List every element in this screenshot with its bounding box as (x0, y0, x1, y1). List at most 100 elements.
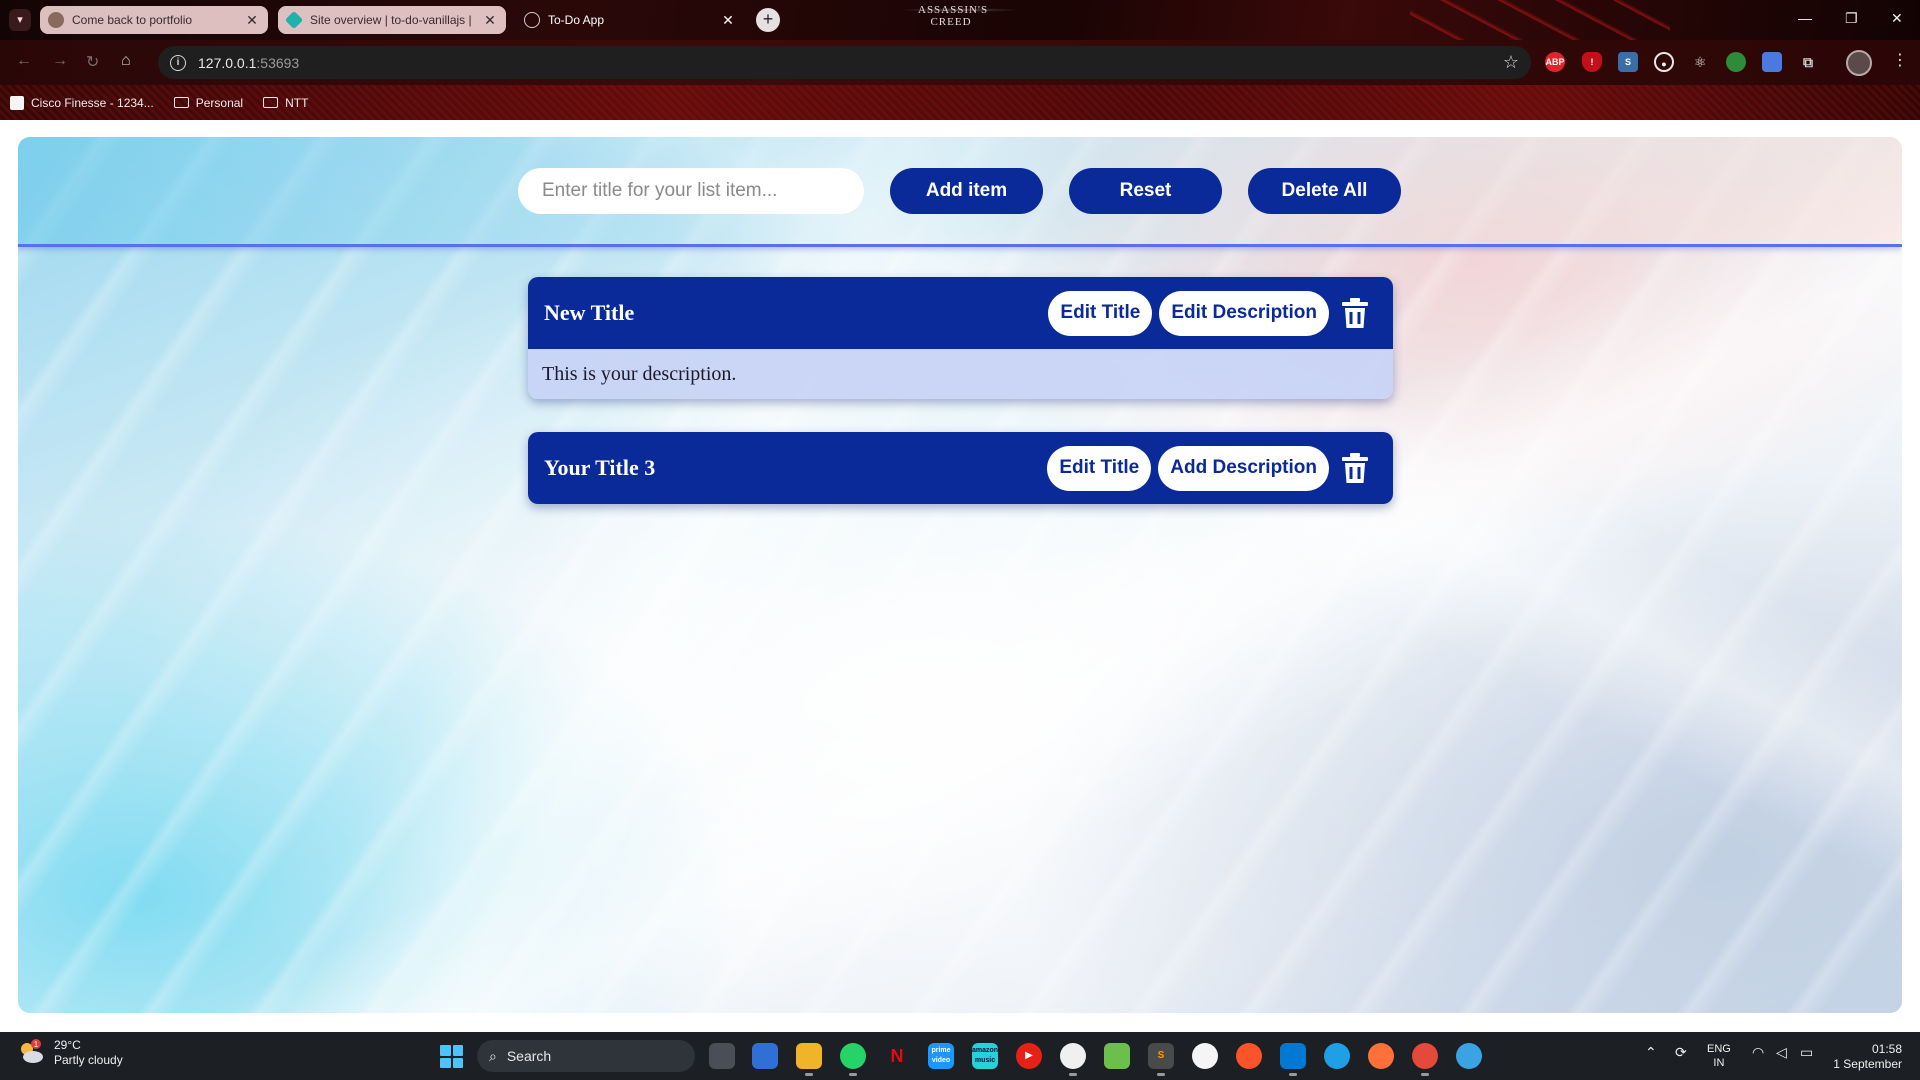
title-input[interactable] (518, 168, 864, 214)
close-icon[interactable]: ✕ (244, 12, 260, 29)
brave-icon[interactable] (1236, 1043, 1262, 1069)
tab-title: Come back to portfolio (72, 13, 193, 27)
delete-all-button[interactable]: Delete All (1248, 168, 1401, 214)
reload-icon[interactable]: ↻ (86, 52, 99, 72)
bookmark-star-icon[interactable]: ☆ (1503, 52, 1519, 73)
sync-icon[interactable]: ⟳ (1675, 1044, 1687, 1061)
windows-taskbar: 1 29°C Partly cloudy ⌕ Search N prime vi… (0, 1032, 1920, 1080)
file-explorer-icon[interactable] (796, 1043, 822, 1076)
theme-logo: ASSASSIN'S CREED (918, 4, 989, 28)
todo-item: Your Title 3 Edit Title Add Description (528, 432, 1393, 504)
amazon-music-icon[interactable]: amazon music (972, 1043, 998, 1069)
sider-icon[interactable]: S (1618, 52, 1638, 72)
ublock-icon[interactable]: ! (1582, 52, 1602, 72)
svg-text:1: 1 (34, 1040, 39, 1049)
url-text[interactable]: 127.0.0.1:53693 (198, 55, 299, 71)
address-bar[interactable]: i 127.0.0.1:53693 ☆ (158, 46, 1531, 79)
tab-search-button[interactable]: ▾ (9, 9, 31, 31)
todo-item-title: New Title (544, 300, 635, 325)
edit-title-button[interactable]: Edit Title (1048, 290, 1153, 336)
edit-title-button[interactable]: Edit Title (1047, 445, 1152, 491)
netlify-favicon-icon (284, 10, 304, 30)
inkscape-icon[interactable] (1192, 1043, 1218, 1069)
bookmark-folder-ntt[interactable]: NTT (263, 96, 308, 110)
microsoft-store-icon[interactable] (752, 1043, 778, 1069)
vscode-icon[interactable] (1280, 1043, 1306, 1076)
browser-tab-site-overview[interactable]: Site overview | to-do-vanillajs | ✕ (278, 6, 506, 34)
weather-text: 29°C Partly cloudy (54, 1038, 123, 1068)
search-label: Search (506, 1048, 552, 1064)
windows-start-icon[interactable] (440, 1045, 463, 1068)
browser-tab-portfolio[interactable]: Come back to portfolio ✕ (40, 6, 268, 34)
todo-item-header: Your Title 3 Edit Title Add Description (528, 432, 1393, 504)
new-tab-button[interactable]: + (756, 8, 780, 32)
page-viewport: Add item Reset Delete All New Title Edit… (0, 120, 1920, 1032)
todo-item-description: This is your description. (528, 349, 1393, 399)
bookmark-folder-personal[interactable]: Personal (173, 95, 244, 110)
task-view-icon[interactable] (709, 1043, 735, 1069)
language-indicator[interactable]: ENG IN (1707, 1042, 1731, 1070)
forward-arrow-icon[interactable]: → (52, 52, 68, 70)
trash-icon[interactable] (1333, 291, 1377, 336)
extensions-puzzle-icon[interactable]: ⧉ (1798, 52, 1818, 72)
browser-tab-todo-app[interactable]: To-Do App ✕ (516, 6, 744, 34)
github-icon[interactable] (1060, 1043, 1086, 1076)
folder-icon (173, 97, 189, 108)
copy-tool-icon[interactable] (1762, 52, 1782, 72)
site-info-icon[interactable]: i (170, 54, 186, 71)
edit-description-button[interactable]: Edit Description (1159, 290, 1329, 336)
trash-icon[interactable] (1333, 446, 1377, 491)
language-code: ENG (1707, 1043, 1731, 1055)
todo-app-container: Add item Reset Delete All New Title Edit… (18, 137, 1902, 1013)
mcafee-icon[interactable] (1726, 52, 1746, 72)
close-icon[interactable]: ✕ (720, 12, 736, 29)
edge-icon[interactable] (1324, 1043, 1350, 1069)
globe-app-icon[interactable] (1456, 1043, 1482, 1069)
todo-item-header: New Title Edit Title Edit Description (528, 277, 1393, 349)
todo-item: New Title Edit Title Edit Description Th (528, 277, 1393, 399)
browser-tab-strip: ▾ Come back to portfolio ✕ Site overview… (0, 0, 1920, 40)
weather-widget[interactable]: 1 29°C Partly cloudy (16, 1038, 123, 1068)
whatsapp-icon[interactable] (840, 1043, 866, 1076)
add-item-button[interactable]: Add item (890, 168, 1043, 214)
youtube-icon[interactable]: ▶ (1016, 1043, 1042, 1069)
folder-icon (263, 97, 279, 108)
search-icon: ⌕ (489, 1047, 497, 1064)
app-header: Add item Reset Delete All (18, 137, 1902, 247)
chrome-icon[interactable] (1412, 1043, 1438, 1076)
firefox-icon[interactable] (1368, 1043, 1394, 1069)
weather-desc: Partly cloudy (54, 1053, 123, 1067)
prime-video-icon[interactable]: prime video (928, 1043, 954, 1069)
minimize-icon[interactable]: — (1798, 10, 1812, 26)
back-arrow-icon[interactable]: ← (16, 52, 32, 70)
volume-icon[interactable]: ◁ (1776, 1044, 1787, 1061)
restore-icon[interactable]: ❐ (1845, 10, 1858, 27)
close-window-icon[interactable]: ✕ (1891, 10, 1903, 27)
globe-favicon-icon (524, 12, 540, 28)
sublime-text-icon[interactable]: S (1148, 1043, 1174, 1076)
wifi-icon[interactable]: ◠ (1752, 1044, 1764, 1061)
adblock-plus-icon[interactable]: ABP (1545, 52, 1565, 72)
taskbar-clock[interactable]: 01:58 1 September (1830, 1042, 1902, 1072)
profile-avatar[interactable] (1846, 50, 1872, 76)
tab-title: Site overview | to-do-vanillajs | (310, 13, 472, 27)
bookmark-label: Cisco Finesse - 1234... (31, 95, 154, 110)
netflix-icon[interactable]: N (884, 1043, 910, 1069)
chevron-up-icon[interactable]: ⌃ (1645, 1044, 1657, 1061)
reset-button[interactable]: Reset (1069, 168, 1222, 214)
kebab-menu-icon[interactable]: ⋮ (1892, 50, 1908, 70)
close-icon[interactable]: ✕ (482, 12, 498, 29)
bookmark-label: Personal (195, 95, 244, 110)
taskbar-search-box[interactable]: ⌕ Search (477, 1040, 695, 1072)
react-devtools-icon[interactable]: ⚛ (1690, 52, 1710, 72)
add-description-button[interactable]: Add Description (1158, 445, 1329, 491)
todo-item-title: Your Title 3 (544, 455, 656, 480)
clock-date: 1 September (1833, 1057, 1902, 1071)
recorder-icon[interactable]: ● (1654, 52, 1674, 72)
notepad-icon[interactable] (1104, 1043, 1130, 1069)
home-icon[interactable]: ⌂ (121, 52, 131, 70)
bookmark-cisco-finesse[interactable]: Cisco Finesse - 1234... (10, 95, 154, 110)
tab-title: To-Do App (548, 13, 605, 27)
cisco-icon (10, 95, 24, 110)
battery-icon[interactable]: ▭ (1800, 1044, 1813, 1061)
